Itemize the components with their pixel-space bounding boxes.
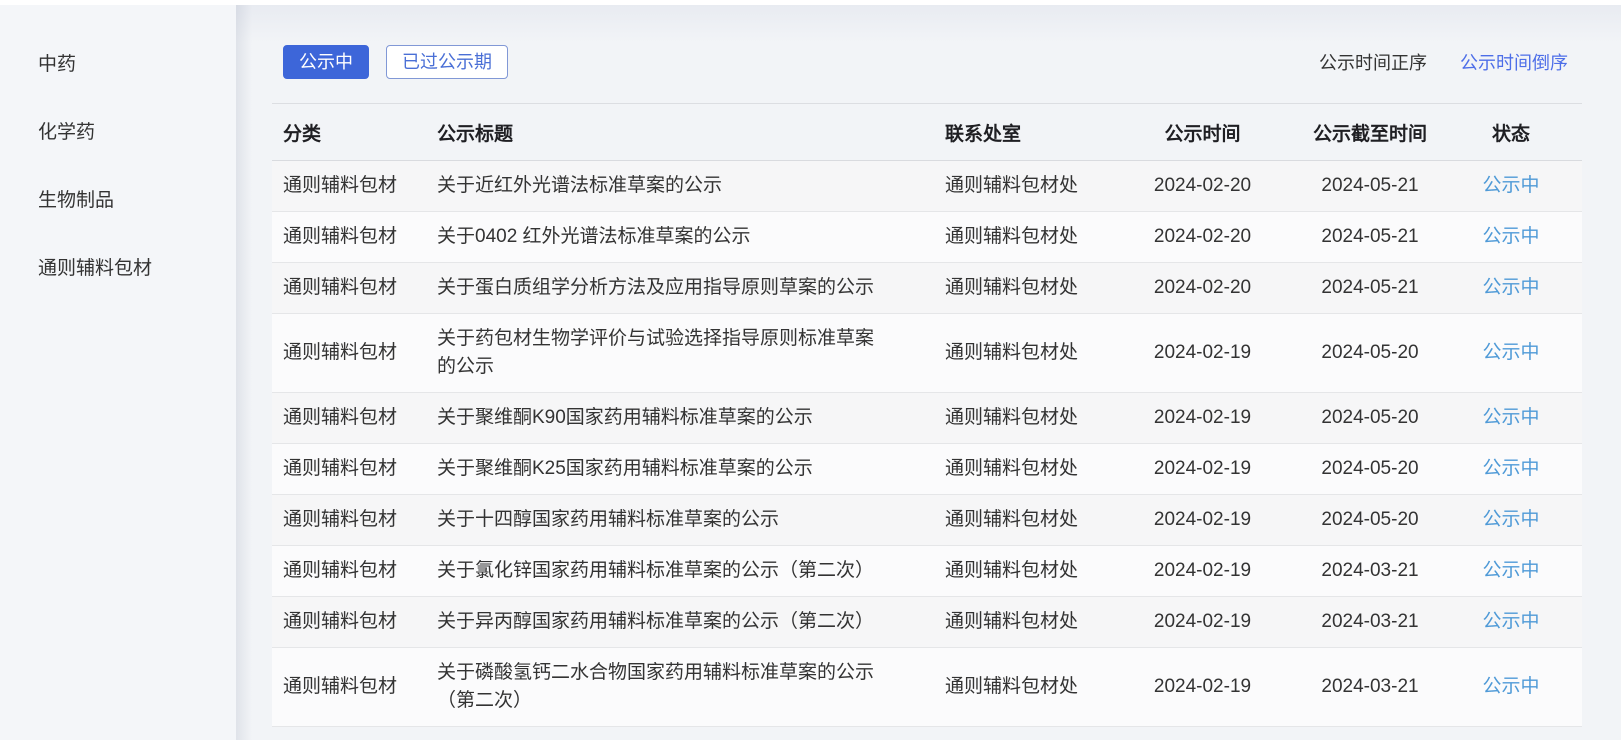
app-root: 中药 化学药 生物制品 通则辅料包材 公示中 已过公示期 公示时间正序 公示时间…: [0, 0, 1621, 740]
announcement-title-link[interactable]: 关于聚维酮K90国家药用辅料标准草案的公示: [437, 407, 813, 428]
row-category: 通则辅料包材: [272, 263, 437, 314]
row-end-date: 2024-05-21: [1300, 161, 1440, 212]
row-office: 通则辅料包材处: [930, 212, 1105, 263]
row-end-date: 2024-05-20: [1300, 393, 1440, 444]
row-publish-date: 2024-02-20: [1105, 263, 1300, 314]
table-row: 通则辅料包材 关于氯化锌国家药用辅料标准草案的公示（第二次） 通则辅料包材处 2…: [272, 546, 1582, 597]
announcement-title-link[interactable]: 关于药包材生物学评价与试验选择指导原则标准草案的公示: [437, 328, 874, 377]
row-end-date: 2024-05-20: [1300, 314, 1440, 393]
table-row: 通则辅料包材 关于聚维酮K90国家药用辅料标准草案的公示 通则辅料包材处 202…: [272, 393, 1582, 444]
table-row: 通则辅料包材 关于异丙醇国家药用辅料标准草案的公示（第二次） 通则辅料包材处 2…: [272, 597, 1582, 648]
announcement-table: 分类 公示标题 联系处室 公示时间 公示截至时间 状态 通则辅料包材 关于近红外…: [272, 103, 1582, 727]
sidebar-item[interactable]: 通则辅料包材: [0, 232, 236, 300]
column-header-publish-time: 公示时间: [1105, 104, 1300, 161]
sidebar-item[interactable]: 生物制品: [0, 164, 236, 232]
table-row: 通则辅料包材 关于0402 红外光谱法标准草案的公示 通则辅料包材处 2024-…: [272, 212, 1582, 263]
table-row: 通则辅料包材 关于磷酸氢钙二水合物国家药用辅料标准草案的公示（第二次） 通则辅料…: [272, 648, 1582, 727]
filter-active-button[interactable]: 公示中: [283, 45, 369, 79]
row-end-date: 2024-03-21: [1300, 597, 1440, 648]
top-strip: [0, 0, 1621, 5]
row-category: 通则辅料包材: [272, 597, 437, 648]
status-badge: 公示中: [1482, 342, 1539, 363]
toolbar: 公示中 已过公示期 公示时间正序 公示时间倒序: [272, 45, 1582, 79]
category-nav: 中药 化学药 生物制品 通则辅料包材: [0, 5, 236, 300]
row-category: 通则辅料包材: [272, 495, 437, 546]
row-category: 通则辅料包材: [272, 648, 437, 727]
announcement-title-link[interactable]: 关于氯化锌国家药用辅料标准草案的公示（第二次）: [437, 560, 874, 581]
sort-time-desc-link[interactable]: 公示时间倒序: [1460, 49, 1568, 75]
announcement-title-link[interactable]: 关于异丙醇国家药用辅料标准草案的公示（第二次）: [437, 611, 874, 632]
status-badge: 公示中: [1482, 611, 1539, 632]
announcement-title-link[interactable]: 关于磷酸氢钙二水合物国家药用辅料标准草案的公示（第二次）: [437, 662, 874, 711]
table-row: 通则辅料包材 关于聚维酮K25国家药用辅料标准草案的公示 通则辅料包材处 202…: [272, 444, 1582, 495]
sort-time-asc-link[interactable]: 公示时间正序: [1319, 49, 1427, 75]
status-badge: 公示中: [1482, 407, 1539, 428]
row-publish-date: 2024-02-19: [1105, 444, 1300, 495]
sidebar: 中药 化学药 生物制品 通则辅料包材: [0, 5, 236, 740]
status-badge: 公示中: [1482, 458, 1539, 479]
row-publish-date: 2024-02-19: [1105, 648, 1300, 727]
announcement-title-link[interactable]: 关于蛋白质组学分析方法及应用指导原则草案的公示: [437, 277, 874, 298]
announcement-title-link[interactable]: 关于聚维酮K25国家药用辅料标准草案的公示: [437, 458, 813, 479]
row-category: 通则辅料包材: [272, 314, 437, 393]
row-office: 通则辅料包材处: [930, 161, 1105, 212]
row-office: 通则辅料包材处: [930, 597, 1105, 648]
row-end-date: 2024-03-21: [1300, 648, 1440, 727]
row-office: 通则辅料包材处: [930, 546, 1105, 597]
row-office: 通则辅料包材处: [930, 495, 1105, 546]
row-publish-date: 2024-02-19: [1105, 597, 1300, 648]
status-badge: 公示中: [1482, 676, 1539, 697]
table-row: 通则辅料包材 关于近红外光谱法标准草案的公示 通则辅料包材处 2024-02-2…: [272, 161, 1582, 212]
status-badge: 公示中: [1482, 175, 1539, 196]
column-header-category: 分类: [272, 104, 437, 161]
row-end-date: 2024-03-21: [1300, 546, 1440, 597]
row-end-date: 2024-05-20: [1300, 444, 1440, 495]
announcement-title-link[interactable]: 关于十四醇国家药用辅料标准草案的公示: [437, 509, 779, 530]
column-header-end-time: 公示截至时间: [1300, 104, 1440, 161]
row-publish-date: 2024-02-19: [1105, 495, 1300, 546]
row-category: 通则辅料包材: [272, 161, 437, 212]
filter-expired-button[interactable]: 已过公示期: [386, 45, 508, 79]
row-office: 通则辅料包材处: [930, 393, 1105, 444]
column-header-title: 公示标题: [437, 104, 930, 161]
column-header-office: 联系处室: [930, 104, 1105, 161]
row-publish-date: 2024-02-19: [1105, 314, 1300, 393]
table-row: 通则辅料包材 关于蛋白质组学分析方法及应用指导原则草案的公示 通则辅料包材处 2…: [272, 263, 1582, 314]
row-category: 通则辅料包材: [272, 393, 437, 444]
table-header-row: 分类 公示标题 联系处室 公示时间 公示截至时间 状态: [272, 104, 1582, 161]
row-publish-date: 2024-02-19: [1105, 546, 1300, 597]
row-publish-date: 2024-02-19: [1105, 393, 1300, 444]
status-badge: 公示中: [1482, 277, 1539, 298]
table-row: 通则辅料包材 关于药包材生物学评价与试验选择指导原则标准草案的公示 通则辅料包材…: [272, 314, 1582, 393]
row-office: 通则辅料包材处: [930, 444, 1105, 495]
row-publish-date: 2024-02-20: [1105, 161, 1300, 212]
sidebar-item[interactable]: 中药: [0, 28, 236, 96]
table-row: 通则辅料包材 关于十四醇国家药用辅料标准草案的公示 通则辅料包材处 2024-0…: [272, 495, 1582, 546]
row-office: 通则辅料包材处: [930, 314, 1105, 393]
column-header-status: 状态: [1440, 104, 1582, 161]
row-end-date: 2024-05-21: [1300, 263, 1440, 314]
announcement-title-link[interactable]: 关于0402 红外光谱法标准草案的公示: [437, 226, 751, 247]
row-office: 通则辅料包材处: [930, 263, 1105, 314]
status-filter-group: 公示中 已过公示期: [283, 45, 508, 79]
sidebar-item[interactable]: 化学药: [0, 96, 236, 164]
row-category: 通则辅料包材: [272, 444, 437, 495]
sort-links: 公示时间正序 公示时间倒序: [1319, 49, 1568, 75]
announcement-title-link[interactable]: 关于近红外光谱法标准草案的公示: [437, 175, 722, 196]
row-office: 通则辅料包材处: [930, 648, 1105, 727]
status-badge: 公示中: [1482, 509, 1539, 530]
row-category: 通则辅料包材: [272, 546, 437, 597]
status-badge: 公示中: [1482, 226, 1539, 247]
row-publish-date: 2024-02-20: [1105, 212, 1300, 263]
row-end-date: 2024-05-20: [1300, 495, 1440, 546]
main-content: 公示中 已过公示期 公示时间正序 公示时间倒序 分类 公示标题: [236, 5, 1621, 740]
status-badge: 公示中: [1482, 560, 1539, 581]
row-category: 通则辅料包材: [272, 212, 437, 263]
row-end-date: 2024-05-21: [1300, 212, 1440, 263]
